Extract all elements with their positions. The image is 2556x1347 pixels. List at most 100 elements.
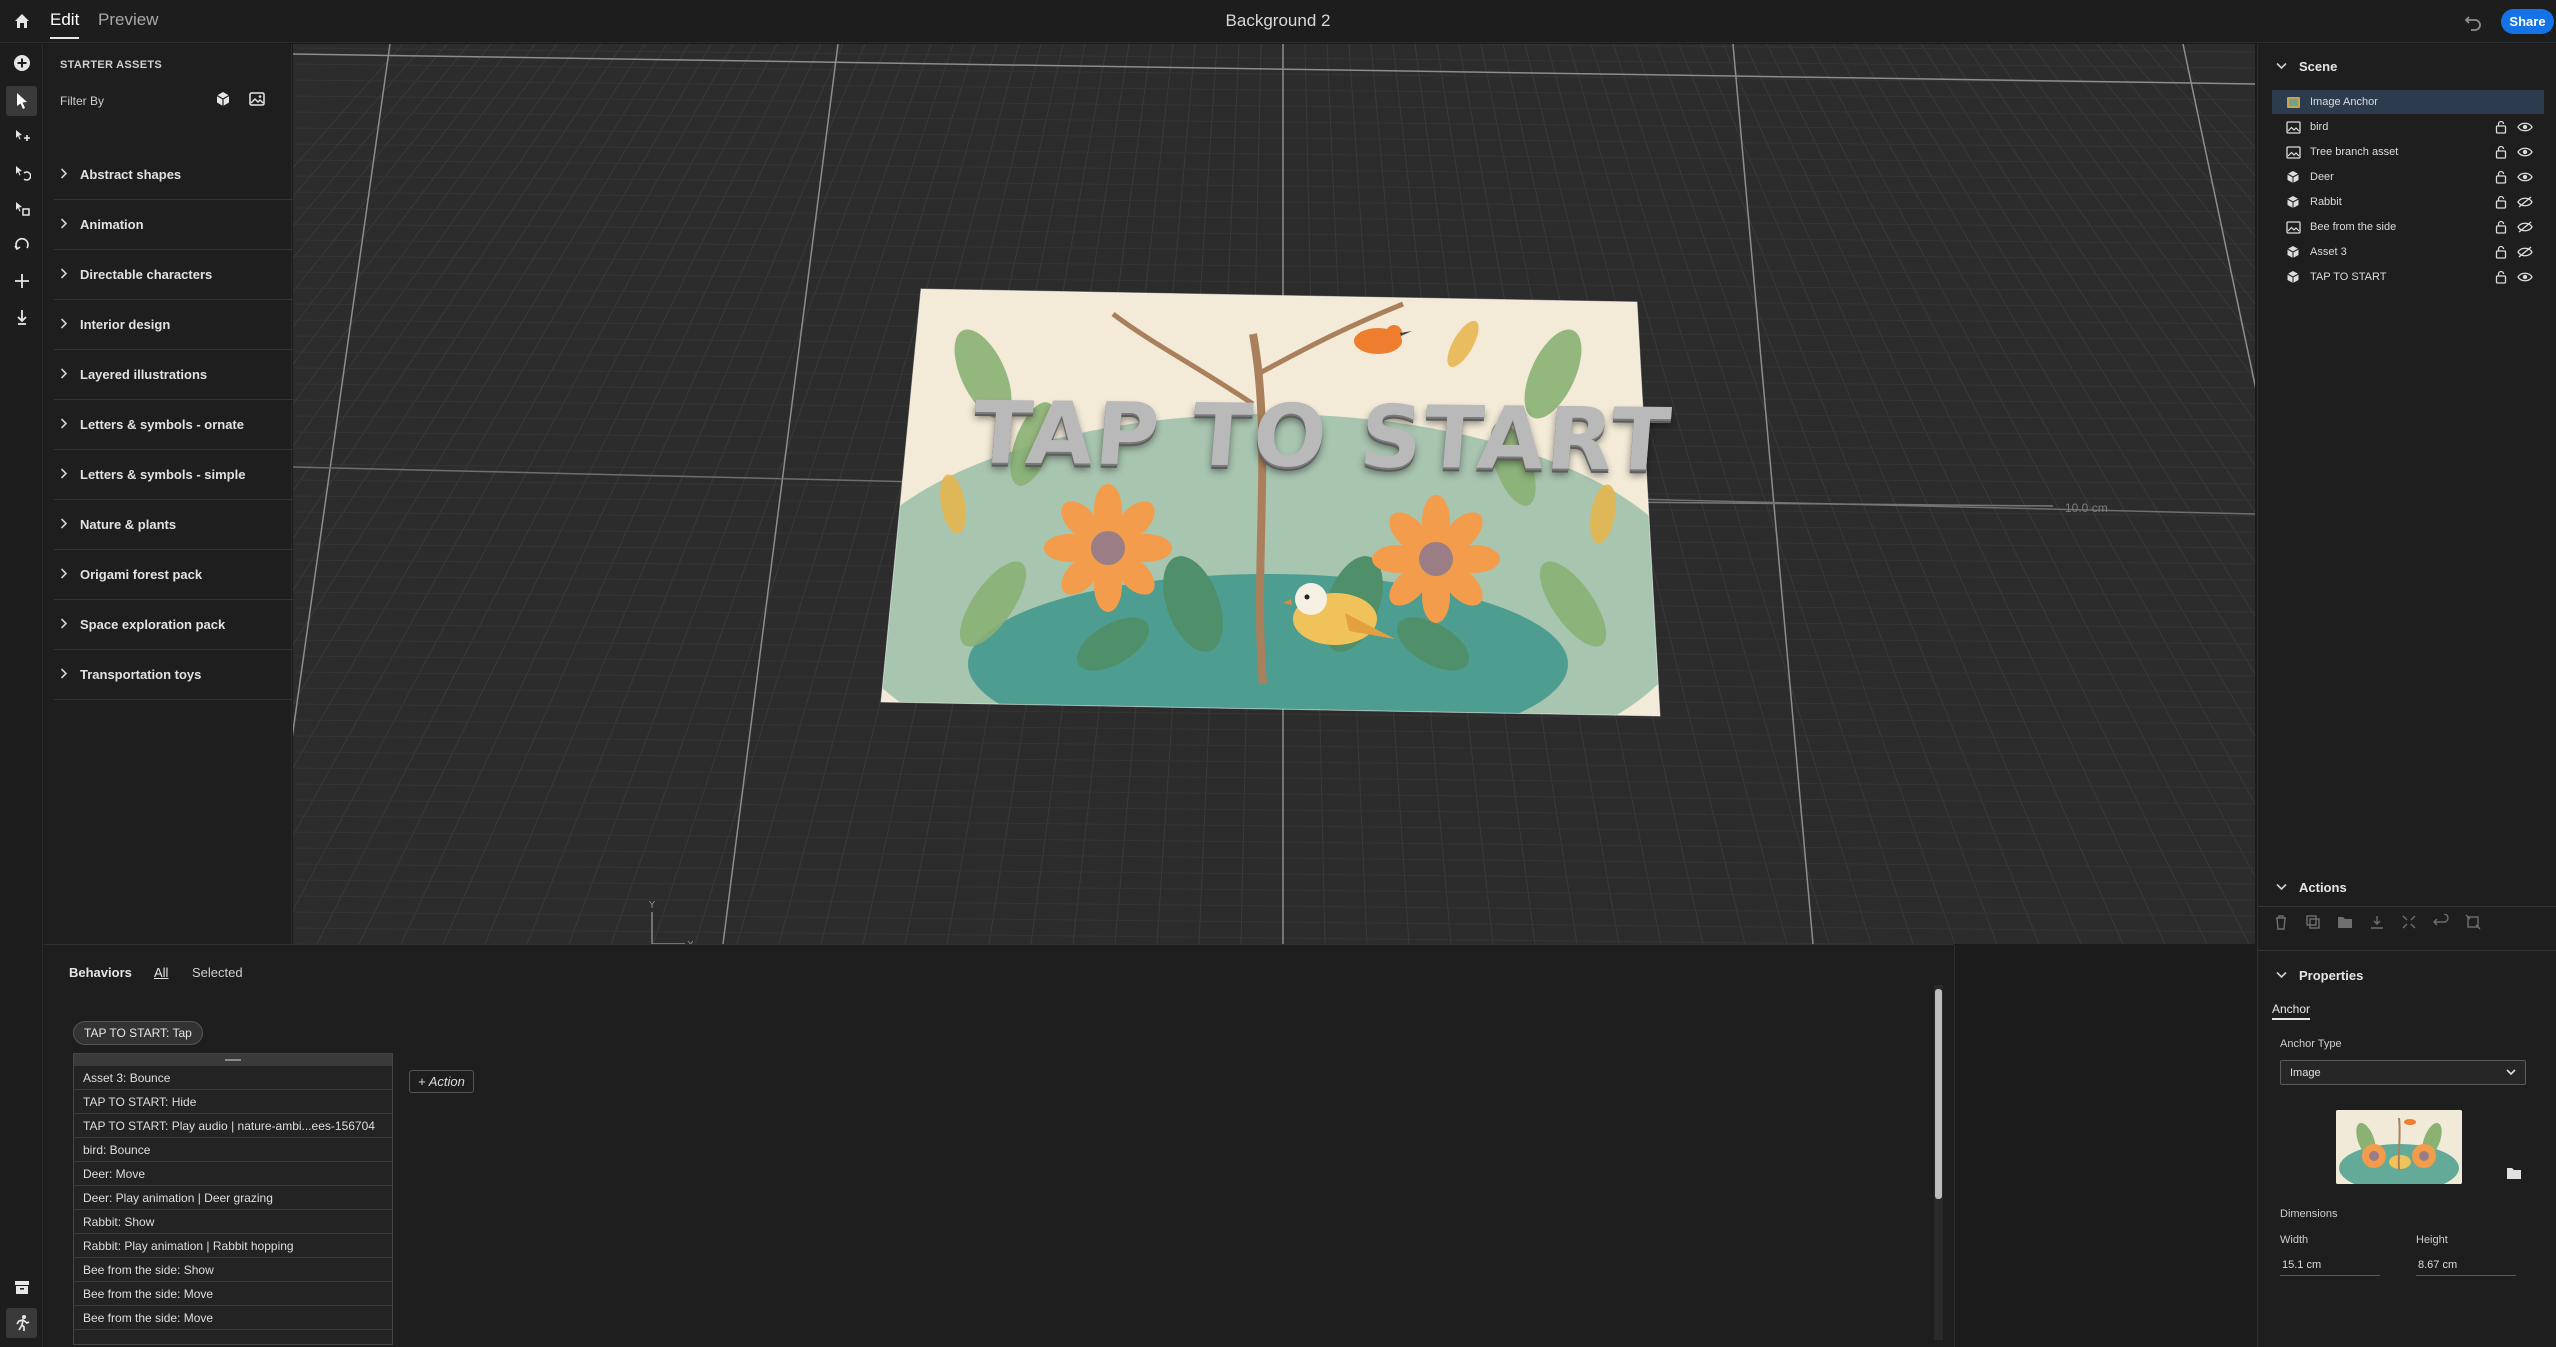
image-filter-icon[interactable]	[248, 90, 268, 110]
action-list: Asset 3: Bounce TAP TO START: Hide TAP TO …	[73, 1053, 393, 1345]
undo-icon[interactable]	[2462, 10, 2486, 32]
asset-category[interactable]: Interior design	[54, 300, 296, 350]
drop-icon[interactable]	[6, 302, 37, 332]
action-row[interactable]: TAP TO START: Play audio | nature-ambi..…	[74, 1114, 392, 1138]
rotate-icon[interactable]	[6, 158, 37, 188]
width-field[interactable]: 15.1 cm	[2280, 1254, 2380, 1276]
run-icon[interactable]	[6, 1308, 37, 1338]
transform-reset-icon[interactable]	[2462, 912, 2484, 932]
action-row[interactable]: Bee from the side: Move	[74, 1306, 392, 1330]
group-folder-icon[interactable]	[2334, 912, 2356, 932]
eye-off-icon[interactable]	[2516, 194, 2534, 210]
scene-section-header[interactable]: Scene	[2276, 59, 2337, 74]
drop-to-floor-icon[interactable]	[2366, 912, 2388, 932]
axis-gizmo: Y X Z	[648, 900, 694, 944]
eye-off-icon[interactable]	[2516, 219, 2534, 235]
eye-icon[interactable]	[2516, 169, 2534, 185]
tab-preview[interactable]: Preview	[98, 10, 158, 30]
scene-item[interactable]: Image Anchor	[2272, 90, 2544, 114]
lock-icon[interactable]	[2492, 244, 2510, 260]
scene-item[interactable]: Rabbit	[2272, 190, 2544, 214]
asset-category[interactable]: Abstract shapes	[54, 150, 296, 200]
cube-filter-icon[interactable]	[214, 90, 234, 110]
anchor-type-select[interactable]: Image	[2280, 1060, 2526, 1085]
chevron-down-icon	[2276, 61, 2287, 73]
eye-off-icon[interactable]	[2516, 244, 2534, 260]
reset-icon[interactable]	[2430, 912, 2452, 932]
anchor-image-thumbnail[interactable]	[2336, 1110, 2462, 1184]
action-row[interactable]: TAP TO START: Hide	[74, 1090, 392, 1114]
archive-icon[interactable]	[6, 1272, 37, 1302]
eye-icon[interactable]	[2516, 269, 2534, 285]
asset-category-label: Transportation toys	[80, 667, 202, 682]
lock-icon[interactable]	[2492, 119, 2510, 135]
action-row[interactable]: Deer: Play animation | Deer grazing	[74, 1186, 392, 1210]
properties-section-header[interactable]: Properties	[2276, 968, 2363, 983]
lock-icon[interactable]	[2492, 219, 2510, 235]
share-button[interactable]: Share	[2501, 9, 2554, 34]
eye-icon[interactable]	[2516, 119, 2534, 135]
action-row[interactable]: bird: Bounce	[74, 1138, 392, 1162]
add-action-button[interactable]: + Action	[409, 1070, 474, 1093]
asset-category[interactable]: Directable characters	[54, 250, 296, 300]
filter-all-tab[interactable]: All	[154, 965, 168, 980]
scale-icon[interactable]	[6, 194, 37, 224]
duplicate-icon[interactable]	[2302, 912, 2324, 932]
action-row[interactable]: Deer: Move	[74, 1162, 392, 1186]
asset-category[interactable]: Space exploration pack	[54, 600, 296, 650]
filter-selected-tab[interactable]: Selected	[192, 965, 243, 980]
asset-category-label: Layered illustrations	[80, 367, 208, 382]
drag-handle-icon[interactable]	[74, 1054, 392, 1066]
asset-category[interactable]: Nature & plants	[54, 500, 296, 550]
lock-icon[interactable]	[2492, 194, 2510, 210]
height-field[interactable]: 8.67 cm	[2416, 1254, 2516, 1276]
image-icon	[2284, 119, 2302, 135]
action-row[interactable]: Bee from the side: Move	[74, 1282, 392, 1306]
lock-icon[interactable]	[2492, 169, 2510, 185]
eye-icon[interactable]	[2516, 144, 2534, 160]
scene-item[interactable]: Asset 3	[2272, 240, 2544, 264]
image-anchor-icon	[2284, 94, 2302, 110]
scene-item-label: Deer	[2310, 171, 2334, 183]
scene-item-label: Rabbit	[2310, 196, 2342, 208]
behaviors-scroll-thumb[interactable]	[1935, 989, 1942, 1199]
chevron-right-icon	[54, 467, 74, 482]
tap-to-start-3d-text[interactable]: TAP TO START	[969, 383, 1676, 490]
asset-category[interactable]: Animation	[54, 200, 296, 250]
actions-section-header[interactable]: Actions	[2276, 880, 2347, 895]
asset-category[interactable]: Letters & symbols - simple	[54, 450, 296, 500]
trigger-chip[interactable]: TAP TO START: Tap	[73, 1021, 203, 1045]
asset-category[interactable]: Letters & symbols - ornate	[54, 400, 296, 450]
tab-anchor[interactable]: Anchor	[2272, 1002, 2311, 1020]
action-row[interactable]: Rabbit: Play animation | Rabbit hopping	[74, 1234, 392, 1258]
fit-icon[interactable]	[2398, 912, 2420, 932]
scene-item[interactable]: Bee from the side	[2272, 215, 2544, 239]
pan-icon[interactable]	[6, 266, 37, 296]
lock-icon[interactable]	[2492, 269, 2510, 285]
tab-edit[interactable]: Edit	[50, 10, 80, 39]
move-icon[interactable]	[6, 122, 37, 152]
folder-icon[interactable]	[2506, 1166, 2524, 1182]
home-icon[interactable]	[8, 8, 36, 34]
action-row[interactable]: Asset 3: Bounce	[74, 1066, 392, 1090]
add-icon[interactable]	[6, 48, 37, 78]
divider	[2258, 950, 2556, 951]
asset-category[interactable]: Transportation toys	[54, 650, 296, 700]
scene-item[interactable]: bird	[2272, 115, 2544, 139]
scene-item[interactable]: Deer	[2272, 165, 2544, 189]
asset-category[interactable]: Origami forest pack	[54, 550, 296, 600]
image-anchor-artboard[interactable]	[293, 44, 2255, 944]
chevron-right-icon	[54, 517, 74, 532]
action-row[interactable]: Rabbit: Show	[74, 1210, 392, 1234]
behaviors-detail-area	[1954, 945, 2301, 1347]
orbit-icon[interactable]	[6, 230, 37, 260]
delete-icon[interactable]	[2270, 912, 2292, 932]
scene-item-label: Bee from the side	[2310, 221, 2397, 233]
asset-category[interactable]: Layered illustrations	[54, 350, 296, 400]
3d-viewport[interactable]: TAP TO START 10.0 cm Y X Z	[293, 44, 2255, 944]
scene-item[interactable]: Tree branch asset	[2272, 140, 2544, 164]
select-icon[interactable]	[6, 86, 37, 116]
action-row[interactable]: Bee from the side: Show	[74, 1258, 392, 1282]
scene-item[interactable]: TAP TO START	[2272, 265, 2544, 289]
lock-icon[interactable]	[2492, 144, 2510, 160]
